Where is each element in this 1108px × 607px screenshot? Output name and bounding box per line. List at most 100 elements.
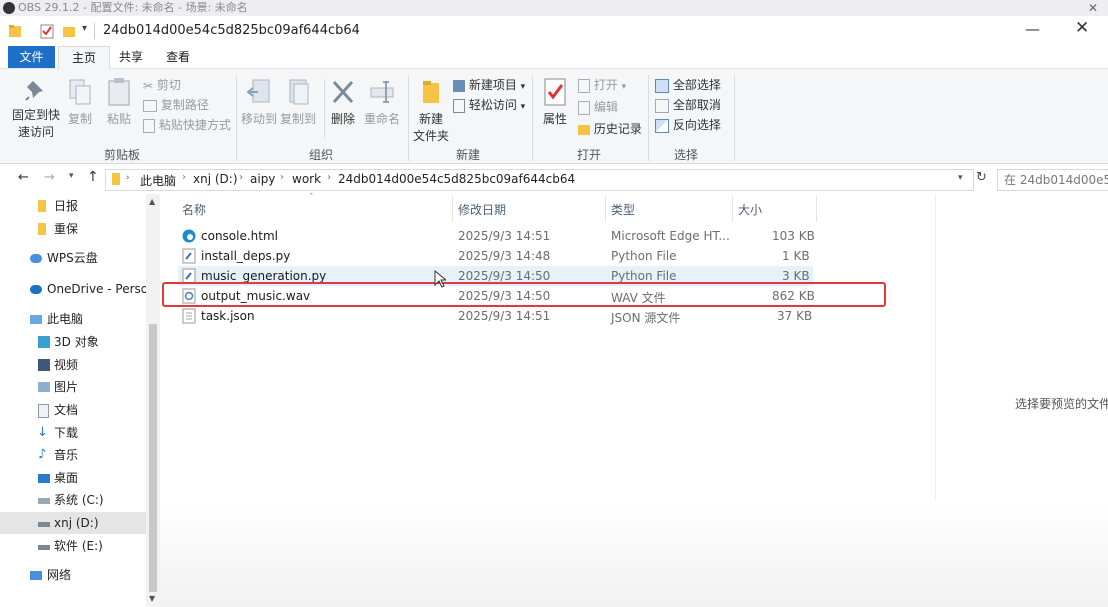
sidebar-item-drive-c[interactable]: 系统 (C:) bbox=[0, 489, 146, 511]
properties-icon bbox=[544, 78, 566, 106]
pin-quick-access-button[interactable]: 固定到快 速访问 bbox=[10, 77, 62, 140]
new-folder-label-line1: 新建 bbox=[418, 112, 443, 126]
recent-locations-chevron-icon[interactable]: ▾ bbox=[69, 171, 74, 181]
scroll-down-icon[interactable]: ▼ bbox=[149, 594, 155, 603]
rename-button[interactable]: 重命名 bbox=[362, 77, 402, 127]
file-row[interactable]: install_deps.py 2025/9/3 14:48 Python Fi… bbox=[178, 246, 813, 266]
column-size[interactable]: 大小 bbox=[738, 201, 762, 218]
history-label: 历史记录 bbox=[593, 122, 642, 136]
file-name: console.html bbox=[201, 229, 279, 243]
file-type: Python File bbox=[611, 249, 677, 263]
column-type[interactable]: 类型 bbox=[611, 201, 635, 218]
sidebar-item-drive-e[interactable]: 软件 (E:) bbox=[0, 535, 146, 557]
ribbon-separator bbox=[324, 79, 325, 139]
customize-quick-access-icon[interactable]: ▾ bbox=[82, 23, 87, 39]
minimize-button[interactable]: — bbox=[1025, 20, 1040, 38]
sidebar-scrollbar[interactable]: ▲ ▼ bbox=[146, 194, 160, 607]
up-arrow-icon[interactable]: ↑ bbox=[87, 169, 99, 185]
breadcrumb-chevron-icon[interactable]: › bbox=[182, 172, 186, 183]
properties-quick-icon[interactable] bbox=[40, 23, 54, 39]
copy-path-button[interactable]: 复制路径 bbox=[143, 96, 209, 113]
history-icon bbox=[578, 124, 590, 135]
sidebar-item-network[interactable]: 网络 bbox=[0, 564, 146, 586]
address-bar: ← → ▾ ↑ › 此电脑 › xnj (D:) › aipy › work ›… bbox=[0, 164, 1108, 194]
sidebar-item-baozhang[interactable]: 重保 bbox=[0, 218, 146, 240]
forward-arrow-icon[interactable]: → bbox=[44, 170, 55, 185]
breadcrumb-drive-d[interactable]: xnj (D:) bbox=[193, 172, 238, 186]
invert-selection-button[interactable]: 反向选择 bbox=[655, 116, 721, 133]
file-row[interactable]: task.json 2025/9/3 14:51 JSON 源文件 37 KB bbox=[178, 306, 813, 326]
new-folder-quick-icon[interactable] bbox=[62, 23, 76, 39]
ribbon: 固定到快 速访问 复制 粘贴 ✂ 剪切 复制路径 粘贴快捷方式 剪贴板 移动到 … bbox=[0, 69, 1108, 164]
column-divider[interactable] bbox=[816, 196, 817, 222]
breadcrumb-work[interactable]: work bbox=[292, 172, 321, 186]
column-divider[interactable] bbox=[732, 196, 733, 222]
sidebar-item-this-pc[interactable]: 此电脑 bbox=[0, 308, 146, 330]
file-date: 2025/9/3 14:48 bbox=[458, 249, 551, 263]
drive-icon bbox=[38, 545, 50, 550]
refresh-icon[interactable]: ↻ bbox=[976, 170, 987, 185]
breadcrumb-aipy[interactable]: aipy bbox=[250, 172, 275, 186]
open-label: 打开 bbox=[593, 78, 618, 92]
address-dropdown-chevron-icon[interactable]: ▾ bbox=[958, 173, 963, 183]
ribbon-separator bbox=[408, 75, 409, 161]
paste-shortcut-button[interactable]: 粘贴快捷方式 bbox=[143, 116, 231, 133]
column-divider[interactable] bbox=[452, 196, 453, 222]
picture-icon bbox=[38, 382, 50, 392]
sidebar-item-drive-d[interactable]: xnj (D:) bbox=[0, 512, 146, 534]
sidebar-item-desktop[interactable]: 桌面 bbox=[0, 467, 146, 489]
breadcrumb-chevron-icon[interactable]: › bbox=[280, 172, 284, 183]
back-arrow-icon[interactable]: ← bbox=[18, 170, 29, 185]
easy-access-button[interactable]: 轻松访问 ▾ bbox=[453, 96, 525, 113]
column-divider[interactable] bbox=[605, 196, 606, 222]
tab-view[interactable]: 查看 bbox=[160, 46, 196, 68]
sidebar-item-documents[interactable]: 文档 bbox=[0, 399, 146, 421]
breadcrumb-current-folder[interactable]: 24db014d00e54c5d825bc09af644cb64 bbox=[338, 172, 575, 186]
history-button[interactable]: 历史记录 bbox=[578, 120, 642, 137]
cut-label: 剪切 bbox=[156, 78, 181, 92]
sidebar-scroll-thumb[interactable] bbox=[149, 324, 157, 592]
breadcrumb-this-pc[interactable]: 此电脑 bbox=[140, 172, 176, 189]
column-name[interactable]: 名称 bbox=[182, 201, 206, 218]
address-input[interactable]: › 此电脑 › xnj (D:) › aipy › work › 24db014… bbox=[105, 169, 974, 191]
title-divider bbox=[94, 23, 95, 39]
move-to-button[interactable]: 移动到 bbox=[240, 77, 278, 127]
tab-file[interactable]: 文件 bbox=[8, 46, 55, 68]
sidebar-item-3d-objects[interactable]: 3D 对象 bbox=[0, 331, 146, 353]
scroll-up-icon[interactable]: ▲ bbox=[149, 197, 155, 206]
close-window-button[interactable]: ✕ bbox=[1075, 18, 1089, 38]
obs-logo-icon bbox=[3, 2, 15, 14]
copy-to-button[interactable]: 复制到 bbox=[279, 77, 317, 127]
column-date[interactable]: 修改日期 bbox=[458, 201, 506, 218]
tab-home[interactable]: 主页 bbox=[58, 46, 110, 69]
tab-share[interactable]: 共享 bbox=[113, 46, 149, 68]
sidebar-item-music[interactable]: ♪ 音乐 bbox=[0, 444, 146, 466]
paste-button[interactable]: 粘贴 bbox=[103, 77, 135, 127]
sidebar-item-daily[interactable]: 日报 bbox=[0, 195, 146, 217]
breadcrumb-chevron-icon[interactable]: › bbox=[239, 172, 243, 183]
sidebar-item-downloads[interactable]: ↓ 下载 bbox=[0, 422, 146, 444]
sidebar-item-wps-cloud[interactable]: WPS云盘 bbox=[0, 247, 146, 269]
search-input[interactable]: 在 24db014d00e54 bbox=[997, 169, 1108, 191]
cut-button[interactable]: ✂ 剪切 bbox=[143, 76, 181, 93]
select-none-button[interactable]: 全部取消 bbox=[655, 96, 721, 113]
delete-x-icon bbox=[332, 80, 354, 104]
breadcrumb-chevron-icon[interactable]: › bbox=[327, 172, 331, 183]
onedrive-cloud-icon bbox=[30, 285, 42, 294]
open-button[interactable]: 打开 ▾ bbox=[578, 76, 626, 93]
sidebar-item-pictures[interactable]: 图片 bbox=[0, 376, 146, 398]
file-row[interactable]: console.html 2025/9/3 14:51 Microsoft Ed… bbox=[178, 226, 815, 246]
sidebar-item-onedrive[interactable]: OneDrive - Person bbox=[0, 278, 156, 300]
obs-close-button[interactable]: ✕ bbox=[1088, 0, 1098, 16]
select-none-icon bbox=[655, 98, 669, 113]
new-folder-button[interactable]: 新建 文件夹 bbox=[411, 77, 451, 144]
select-all-button[interactable]: 全部选择 bbox=[655, 76, 721, 93]
copy-path-icon bbox=[143, 99, 157, 112]
invert-selection-label: 反向选择 bbox=[672, 118, 721, 132]
edit-button[interactable]: 编辑 bbox=[578, 98, 618, 115]
new-item-button[interactable]: 新建项目 ▾ bbox=[453, 76, 525, 93]
sidebar-item-videos[interactable]: 视频 bbox=[0, 354, 146, 376]
copy-button[interactable]: 复制 bbox=[64, 77, 96, 127]
properties-button[interactable]: 属性 bbox=[538, 77, 572, 127]
delete-button[interactable]: 删除 bbox=[328, 77, 358, 127]
